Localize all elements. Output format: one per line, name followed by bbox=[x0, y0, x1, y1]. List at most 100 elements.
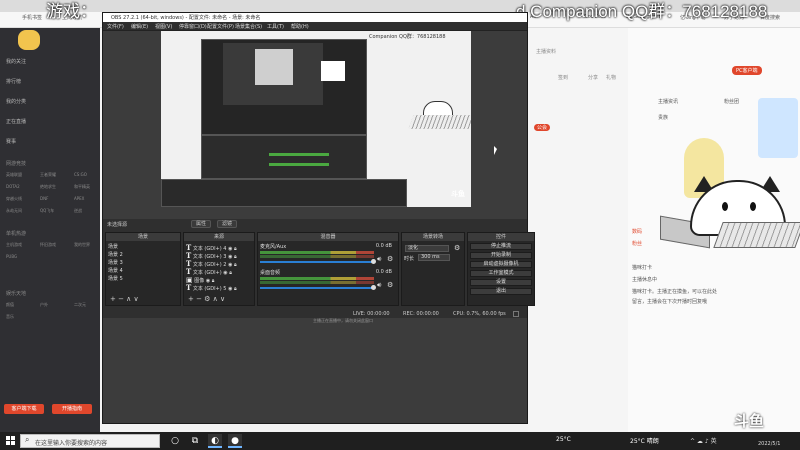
sidebar-item-live[interactable]: 正在直播 bbox=[6, 118, 26, 125]
sidebar-category[interactable]: DOTA2 bbox=[6, 184, 20, 189]
sidebar-category[interactable]: DNF bbox=[40, 196, 48, 201]
task-view-icon[interactable]: ○ bbox=[168, 434, 182, 448]
strip-item[interactable]: 礼物 bbox=[606, 74, 616, 81]
scene-item[interactable]: 场景 2 bbox=[108, 251, 123, 258]
rp-item[interactable]: 粉丝团 bbox=[724, 98, 739, 105]
sidebar-category[interactable]: 二次元 bbox=[74, 302, 86, 308]
start-recording-button[interactable]: 开始录制 bbox=[470, 252, 532, 259]
speaker-icon[interactable]: 🔊︎ bbox=[377, 281, 381, 290]
no-source-selected-label: 未选择源 bbox=[107, 222, 128, 228]
sidebar-item-follow[interactable]: 我的关注 bbox=[6, 58, 26, 65]
sidebar-category[interactable]: 王者荣耀 bbox=[40, 172, 56, 178]
transitions-dock-title: 场景转场 bbox=[402, 233, 464, 241]
properties-button[interactable]: 属性 bbox=[191, 220, 212, 228]
edge-browser-icon[interactable]: ◐ bbox=[208, 434, 222, 448]
sidebar-category[interactable]: 英雄联盟 bbox=[6, 172, 22, 178]
strip-item[interactable]: 主播资料 bbox=[536, 48, 556, 55]
program-preview[interactable]: Companion QQ群：768128188 斗鱼 bbox=[161, 31, 471, 207]
windows-start-icon[interactable] bbox=[6, 436, 16, 446]
volume-slider[interactable] bbox=[260, 259, 376, 264]
nested-preview-panel bbox=[321, 61, 345, 81]
start-virtual-camera-button[interactable]: 启动虚拟摄像机 bbox=[470, 261, 532, 268]
strip-item[interactable]: 签到 bbox=[558, 74, 568, 81]
sidebar-category[interactable]: 颜值 bbox=[6, 302, 14, 308]
sidebar-category[interactable]: 怀旧游戏 bbox=[40, 242, 56, 248]
gear-icon[interactable]: ⚙ bbox=[387, 281, 393, 289]
sidebar-category[interactable]: 逆战 bbox=[74, 208, 82, 214]
search-icon: ⌕ bbox=[25, 435, 30, 444]
taskbar-date[interactable]: 2022/5/1 bbox=[758, 441, 780, 447]
system-tray[interactable]: ^ ☁ ♪ 英 bbox=[690, 436, 717, 445]
sidebar-category[interactable]: 户外 bbox=[40, 302, 48, 308]
settings-button[interactable]: 设置 bbox=[470, 279, 532, 286]
volume-meter bbox=[260, 281, 374, 284]
transition-type-select[interactable]: 淡化 bbox=[405, 245, 449, 252]
sidebar-category[interactable]: PUBG bbox=[6, 254, 17, 259]
menu-help[interactable]: 帮助(H) bbox=[291, 23, 309, 30]
weather-right[interactable]: 25°C 晴朗 bbox=[630, 436, 659, 445]
filters-button[interactable]: 滤镜 bbox=[217, 220, 238, 228]
menu-tools[interactable]: 工具(T) bbox=[267, 23, 284, 30]
source-controls[interactable]: + − ⚙ ∧ ∨ bbox=[188, 295, 225, 303]
speaker-icon[interactable]: 🔊︎ bbox=[377, 255, 381, 264]
screen: Ac God Zone ProSettings.net 亿 Jing下载 苏宁易… bbox=[0, 0, 800, 450]
client-download-button[interactable]: 客户端下载 bbox=[4, 404, 44, 414]
obs-taskbar-icon[interactable]: ● bbox=[228, 434, 242, 448]
exit-button[interactable]: 退出 bbox=[470, 288, 532, 295]
menu-file[interactable]: 文件(F) bbox=[107, 23, 124, 30]
source-item[interactable]: T 文本 (GDI+) 4 ◉ 🔒︎ bbox=[186, 243, 254, 252]
menu-view[interactable]: 视图(V) bbox=[155, 23, 172, 30]
studio-mode-button[interactable]: 工作室模式 bbox=[470, 270, 532, 277]
weather-left[interactable]: 25°C bbox=[556, 436, 571, 443]
sidebar-category[interactable]: 音乐 bbox=[6, 314, 14, 320]
streaming-guide-button[interactable]: 开播指南 bbox=[52, 404, 92, 414]
scene-item[interactable]: 场景 bbox=[108, 243, 118, 250]
slider-knob[interactable] bbox=[371, 285, 376, 290]
scene-item[interactable]: 场景 5 bbox=[108, 275, 123, 282]
sidebar-category[interactable]: 永劫无间 bbox=[6, 208, 22, 214]
sidebar-category[interactable]: 绝地求生 bbox=[40, 184, 56, 190]
rp-item[interactable]: 主播资讯 bbox=[658, 98, 678, 105]
menu-profile[interactable]: 配置文件(P) bbox=[207, 23, 234, 30]
volume-meter bbox=[260, 255, 374, 258]
strip-item[interactable]: 分享 bbox=[588, 74, 598, 81]
sidebar-category[interactable]: APEX bbox=[74, 196, 84, 201]
obs-title-bar[interactable]: OBS 27.2.1 (64-bit, windows) - 配置文件: 未命名… bbox=[103, 13, 527, 22]
scene-item[interactable]: 场景 3 bbox=[108, 259, 123, 266]
scene-item[interactable]: 场景 4 bbox=[108, 267, 123, 274]
duration-input[interactable]: 300 ms bbox=[418, 254, 450, 261]
pc-client-badge[interactable]: PC客户端 bbox=[732, 66, 762, 75]
slider-knob[interactable] bbox=[371, 259, 376, 264]
sidebar-item-esports[interactable]: 赛事 bbox=[6, 138, 16, 145]
lock-icon[interactable]: 🔒︎ bbox=[234, 286, 237, 292]
file-explorer-icon[interactable]: ⧉ bbox=[188, 434, 202, 448]
sidebar-item-category[interactable]: 我的分类 bbox=[6, 98, 26, 105]
stop-streaming-button[interactable]: 停止推流 bbox=[470, 243, 532, 250]
source-item[interactable]: T 文本 (GDI+) 2 ◉ 🔒︎ bbox=[186, 259, 254, 268]
sidebar-category[interactable]: CS:GO bbox=[74, 172, 87, 177]
menu-scene-collection[interactable]: 场景集合(S) bbox=[235, 23, 262, 30]
site-sidebar: 我的关注 排行榜 我的分类 正在直播 赛事 网游竞技 英雄联盟 王者荣耀 CS:… bbox=[0, 28, 100, 432]
guild-tag[interactable]: 公会 bbox=[534, 124, 551, 131]
sidebar-category[interactable]: QQ飞车 bbox=[40, 208, 54, 214]
sidebar-category[interactable]: 穿越火线 bbox=[6, 196, 22, 202]
sidebar-category[interactable]: 和平精英 bbox=[74, 184, 90, 190]
volume-slider[interactable] bbox=[260, 285, 376, 290]
promo-banner[interactable] bbox=[758, 98, 798, 158]
eye-icon[interactable]: ◉ bbox=[228, 286, 232, 292]
sidebar-item-rank[interactable]: 排行榜 bbox=[6, 78, 21, 85]
bookmark-item[interactable]: 手机书签 bbox=[22, 14, 42, 21]
menu-docks[interactable]: 停靠窗口(D) bbox=[179, 23, 207, 30]
gear-icon[interactable]: ⚙ bbox=[454, 244, 460, 252]
source-item[interactable]: ▣ 图像 ◉ 🔒︎ bbox=[186, 275, 254, 284]
source-item[interactable]: T 文本 (GDI+) 3 ◉ 🔒︎ bbox=[186, 251, 254, 260]
sidebar-category[interactable]: 主机游戏 bbox=[6, 242, 22, 248]
taskbar-search-box[interactable]: ⌕ 在这里输入你要搜索的内容 bbox=[20, 434, 160, 448]
sidebar-category[interactable]: 我的世界 bbox=[74, 242, 90, 248]
source-item[interactable]: T 文本 (GDI+) 5 ◉ 🔒︎ bbox=[186, 283, 254, 292]
gear-icon[interactable]: ⚙ bbox=[387, 255, 393, 263]
scene-controls[interactable]: + − ∧ ∨ bbox=[110, 295, 139, 303]
source-item[interactable]: T 文本 (GDI+) ◉ 🔒︎ bbox=[186, 267, 254, 276]
rp-item[interactable]: 贵族 bbox=[658, 114, 668, 121]
menu-edit[interactable]: 编辑(E) bbox=[131, 23, 148, 30]
